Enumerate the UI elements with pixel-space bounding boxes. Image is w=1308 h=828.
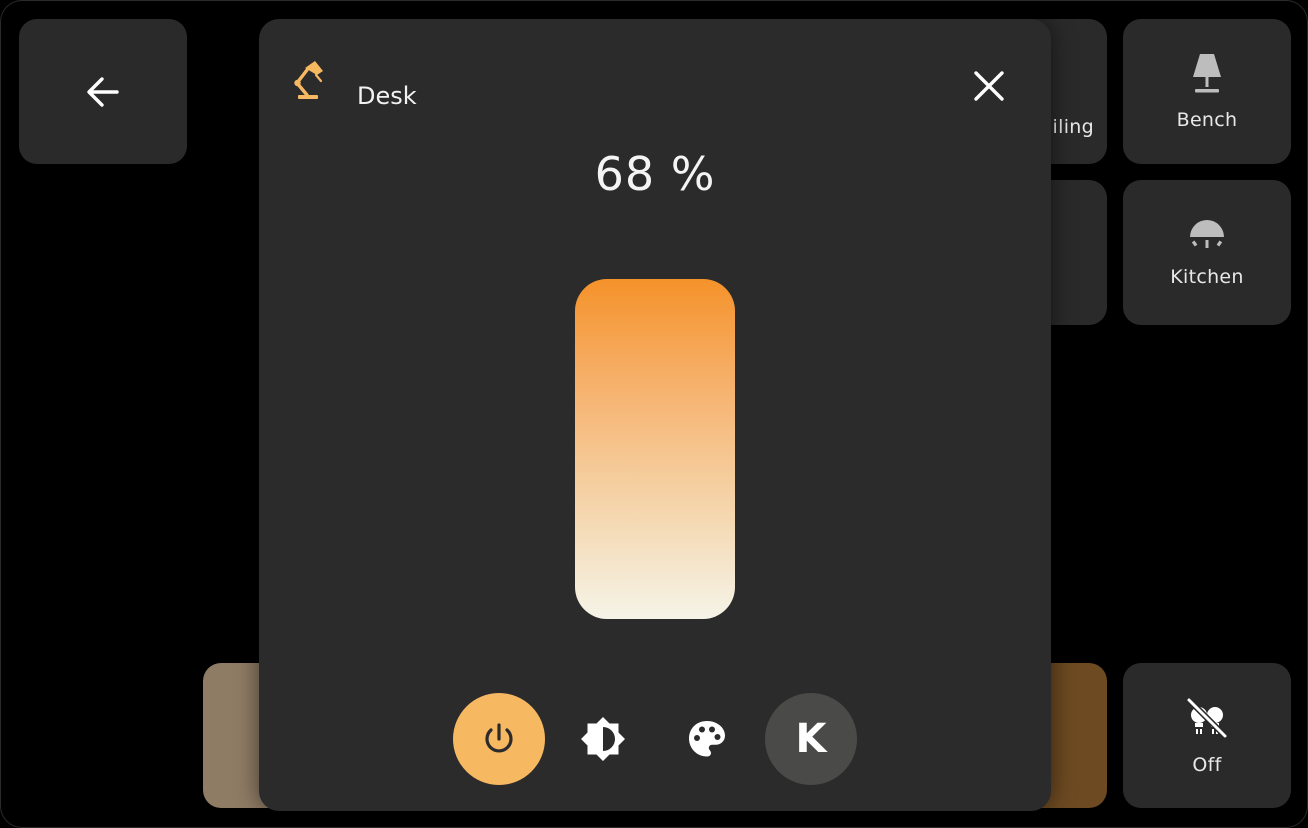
kelvin-label: K — [795, 716, 827, 762]
desk-lamp-icon — [294, 61, 323, 99]
brightness-slider-fill — [575, 279, 735, 619]
light-detail-modal: Desk 68 % K — [259, 19, 1051, 811]
ceiling-light-icon — [1190, 219, 1224, 248]
table-lamp-icon — [1193, 53, 1221, 92]
modal-title: Desk — [357, 82, 417, 110]
back-button[interactable] — [19, 19, 187, 164]
brightness-slider[interactable] — [575, 279, 735, 619]
tile-kitchen[interactable]: Kitchen — [1123, 180, 1291, 325]
tile-bench[interactable]: Bench — [1123, 19, 1291, 164]
tile-bench-label: Bench — [1176, 108, 1238, 131]
tile-off[interactable]: Off — [1123, 663, 1291, 808]
app-frame: iling Bench Kitchen Off Desk 68 % K — [0, 0, 1308, 828]
palette-icon — [689, 721, 725, 757]
brightness-mode-button[interactable] — [557, 693, 649, 785]
brightness-readout: 68 % — [594, 147, 716, 201]
tile-off-label: Off — [1192, 753, 1222, 776]
close-icon[interactable] — [965, 62, 1013, 110]
color-temperature-button[interactable]: K — [765, 693, 857, 785]
brightness-icon — [581, 717, 625, 761]
power-icon — [485, 723, 513, 753]
lights-off-icon — [1186, 696, 1228, 739]
color-mode-button[interactable] — [661, 693, 753, 785]
tile-ceiling-label: iling — [1052, 116, 1094, 138]
tile-kitchen-label: Kitchen — [1170, 265, 1244, 288]
power-toggle-button[interactable] — [453, 693, 545, 785]
arrow-left-icon — [87, 76, 119, 107]
